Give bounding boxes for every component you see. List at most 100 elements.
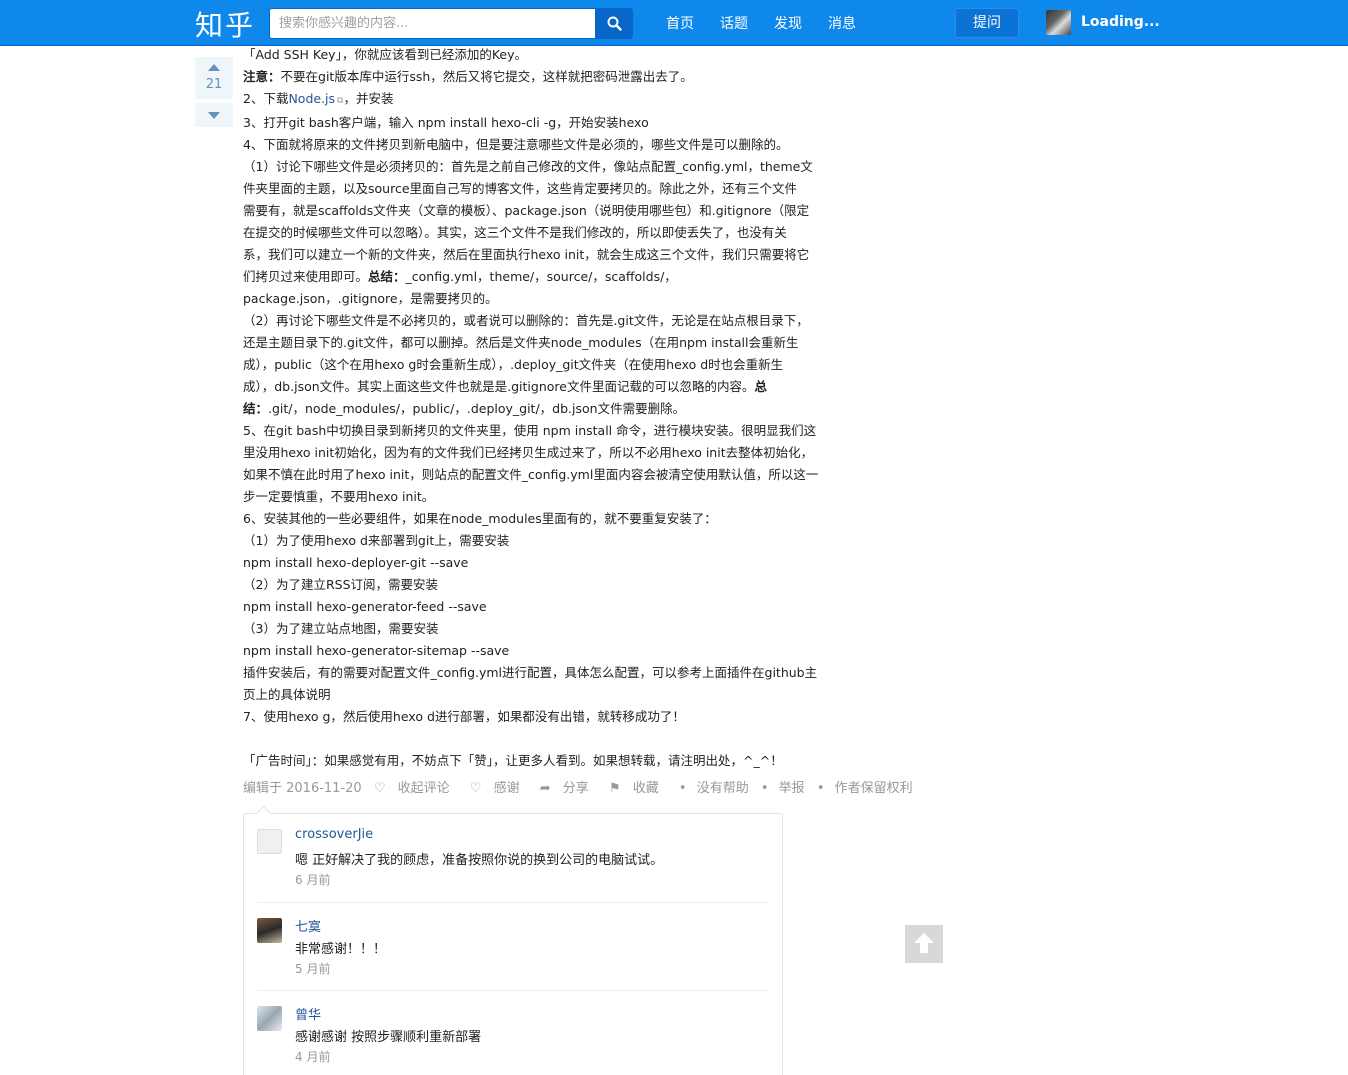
bold-text: 结： (243, 401, 269, 416)
share-icon: ➦ (539, 781, 551, 796)
paragraph: 5、在git bash中切换目录到新拷贝的文件夹里，使用 npm install… (243, 423, 817, 438)
collect-button[interactable]: ⚑ 收藏 (609, 781, 667, 796)
search-input[interactable] (269, 8, 596, 39)
edit-date[interactable]: 编辑于 2016-11-20 (243, 781, 362, 796)
no-help-button[interactable]: 没有帮助 (697, 781, 749, 796)
comment-time: 6 月前 (295, 873, 331, 887)
report-button[interactable]: 举报 (779, 781, 805, 796)
bold-text: 注意： (243, 69, 281, 84)
paragraph: 7、使用hexo g，然后使用hexo d进行部署，如果都没有出错，就转移成功了… (243, 709, 685, 724)
nav-home[interactable]: 首页 (666, 13, 694, 33)
back-to-top-button[interactable] (905, 925, 943, 963)
paragraph: （3）为了建立站点地图，需要安装 (243, 621, 439, 636)
comment-item: 七寞 非常感谢！！！ 5 月前 (257, 902, 769, 990)
text: 们拷贝过来使用即可。 (243, 269, 369, 284)
paragraph: 在提交的时候哪些文件可以忽略）。其实，这三个文件不是我们修改的，所以即使丢失了，… (243, 225, 787, 240)
paragraph: 还是主题目录下的.git文件，都可以删掉。然后是文件夹node_modules（… (243, 335, 799, 350)
avatar[interactable] (257, 829, 282, 854)
downvote-arrow-icon (208, 112, 220, 119)
upvote-button[interactable]: 21 (195, 57, 233, 99)
paragraph: 「Add SSH Key」，你就应该看到已经添加的Key。 (243, 47, 527, 62)
paragraph: 插件安装后，有的需要对配置文件_config.yml进行配置，具体怎么配置，可以… (243, 665, 818, 680)
paragraph: （2）为了建立RSS订阅，需要安装 (243, 577, 439, 592)
top-navbar: 知乎 首页 话题 发现 消息 提问 Loading... (0, 0, 1348, 46)
code-line: npm install hexo-generator-feed --save (243, 599, 487, 614)
comment-item: crossoverJie 嗯 正好解决了我的顾虑，准备按照你说的换到公司的电脑试… (257, 814, 769, 902)
heart-icon: ♡ (469, 781, 482, 796)
avatar[interactable] (257, 1006, 282, 1031)
nav-explore[interactable]: 发现 (774, 13, 802, 33)
zhihu-logo[interactable]: 知乎 (195, 4, 255, 44)
paragraph: 系，我们可以建立一个新的文件夹，然后在里面执行hexo init，就会生成这三个… (243, 247, 810, 262)
copyright-link[interactable]: 作者保留权利 (835, 781, 913, 796)
comment-author[interactable]: crossoverJie (295, 827, 373, 842)
share-button[interactable]: ➦ 分享 (540, 781, 597, 796)
nav-topics[interactable]: 话题 (720, 13, 748, 33)
avatar[interactable] (257, 918, 282, 943)
paragraph: 如果不慎在此时用了hexo init，则站点的配置文件_config.yml里面… (243, 467, 819, 482)
ask-question-button[interactable]: 提问 (955, 8, 1019, 38)
vote-count: 21 (205, 77, 223, 92)
collapse-comments-label: 收起评论 (397, 781, 450, 796)
paragraph: 2、下载Node.js ⧉，并安装 (243, 88, 833, 112)
paragraph: 需要有，就是scaffolds文件夹（文章的模板）、package.json（说… (243, 203, 810, 218)
comment-time: 4 月前 (295, 1050, 331, 1064)
paragraph: 3、打开git bash客户端，输入 npm install hexo-cli … (243, 115, 649, 130)
bold-text: 总 (754, 379, 767, 394)
collect-label: 收藏 (632, 781, 659, 796)
comment-author[interactable]: 七寞 (295, 916, 321, 935)
paragraph: 里没用hexo init初始化，因为有的文件我们已经拷贝生成过来了，所以不必用h… (243, 445, 814, 460)
comment-time: 5 月前 (295, 962, 331, 976)
text: .git/，node_modules/，public/，.deploy_git/… (268, 401, 686, 416)
answer-meta: 编辑于 2016-11-20 ♡ 收起评论 ♡ 感谢 ➦ 分享 ⚑ 收藏 • 没… (243, 777, 921, 796)
text: ，并安装 (343, 91, 394, 106)
paragraph: （2）再讨论下哪些文件是不必拷贝的，或者说可以删除的：首先是.git文件，无论是… (243, 313, 809, 328)
separator-dot: • (760, 781, 769, 796)
paragraph: 步一定要慎重，不要用hexo init。 (243, 489, 435, 504)
comments-panel: crossoverJie 嗯 正好解决了我的顾虑，准备按照你说的换到公司的电脑试… (243, 813, 783, 1075)
paragraph: （1）为了使用hexo d来部署到git上，需要安装 (243, 533, 510, 548)
text: 不要在git版本库中运行ssh，然后又将它提交，这样就把密码泄露出去了。 (280, 69, 693, 84)
text: 2、下载 (243, 91, 289, 106)
answer-content: 「Add SSH Key」，你就应该看到已经添加的Key。 注意：不要在git版… (243, 44, 833, 772)
thanks-label: 感谢 (493, 781, 520, 796)
separator-dot: • (816, 781, 825, 796)
paragraph: 页上的具体说明 (243, 687, 331, 702)
bookmark-icon: ⚑ (608, 781, 621, 796)
comment-author[interactable]: 曾华 (295, 1004, 321, 1023)
bold-text: 总结： (368, 269, 406, 284)
downvote-button[interactable] (195, 103, 233, 127)
paragraph: 件夹里面的主题，以及source里面自己写的博客文件，这些肯定要拷贝的。除此之外… (243, 181, 798, 196)
vote-widget: 21 (195, 57, 233, 127)
text: _config.yml，theme/，source/，scaffolds/， (405, 269, 677, 284)
nav-messages[interactable]: 消息 (828, 13, 856, 33)
paragraph: 注意：不要在git版本库中运行ssh，然后又将它提交，这样就把密码泄露出去了。 (243, 66, 833, 88)
paragraph: 结：.git/，node_modules/，public/，.deploy_gi… (243, 398, 833, 420)
nodejs-link[interactable]: Node.js (288, 91, 335, 106)
comment-text: 非常感谢！！！ (295, 942, 387, 957)
thanks-button[interactable]: ♡ 感谢 (470, 781, 528, 796)
code-line: npm install hexo-deployer-git --save (243, 555, 469, 570)
paragraph: 成），db.json文件。其实上面这些文件也就是是.gitignore文件里面记… (243, 376, 833, 398)
comment-text: 感谢感谢 按照步骤顺利重新部署 (295, 1030, 482, 1045)
paragraph: 4、下面就将原来的文件拷贝到新电脑中，但是要注意哪些文件是必须的，哪些文件是可以… (243, 137, 789, 152)
paragraph: 「广告时间」：如果感觉有用，不妨点下「赞」，让更多人看到。如果想转载，请注明出处… (243, 753, 783, 768)
comment-icon: ♡ (373, 781, 386, 796)
comment-text: 嗯 正好解决了我的顾虑，准备按照你说的换到公司的电脑试试。 (295, 853, 664, 868)
paragraph: 成），public（这个在用hexo g时会重新生成），.deploy_git文… (243, 357, 784, 372)
separator-dot: • (678, 781, 687, 796)
collapse-comments-button[interactable]: ♡ 收起评论 (374, 781, 458, 796)
comment-item: 曾华 感谢感谢 按照步骤顺利重新部署 4 月前 (257, 990, 769, 1075)
user-name[interactable]: Loading... (1081, 14, 1160, 30)
code-line: npm install hexo-generator-sitemap --sav… (243, 643, 510, 658)
user-avatar[interactable] (1046, 10, 1071, 35)
paragraph: package.json，.gitignore，是需要拷贝的。 (243, 291, 498, 306)
share-label: 分享 (562, 781, 589, 796)
search-button[interactable] (596, 8, 633, 39)
arrow-up-icon-stem (920, 942, 928, 953)
upvote-arrow-icon (208, 64, 220, 71)
text: 成），db.json文件。其实上面这些文件也就是是.gitignore文件里面记… (243, 379, 755, 394)
paragraph: 们拷贝过来使用即可。总结：_config.yml，theme/，source/，… (243, 266, 833, 288)
paragraph: 6、安装其他的一些必要组件，如果在node_modules里面有的，就不要重复安… (243, 511, 717, 526)
